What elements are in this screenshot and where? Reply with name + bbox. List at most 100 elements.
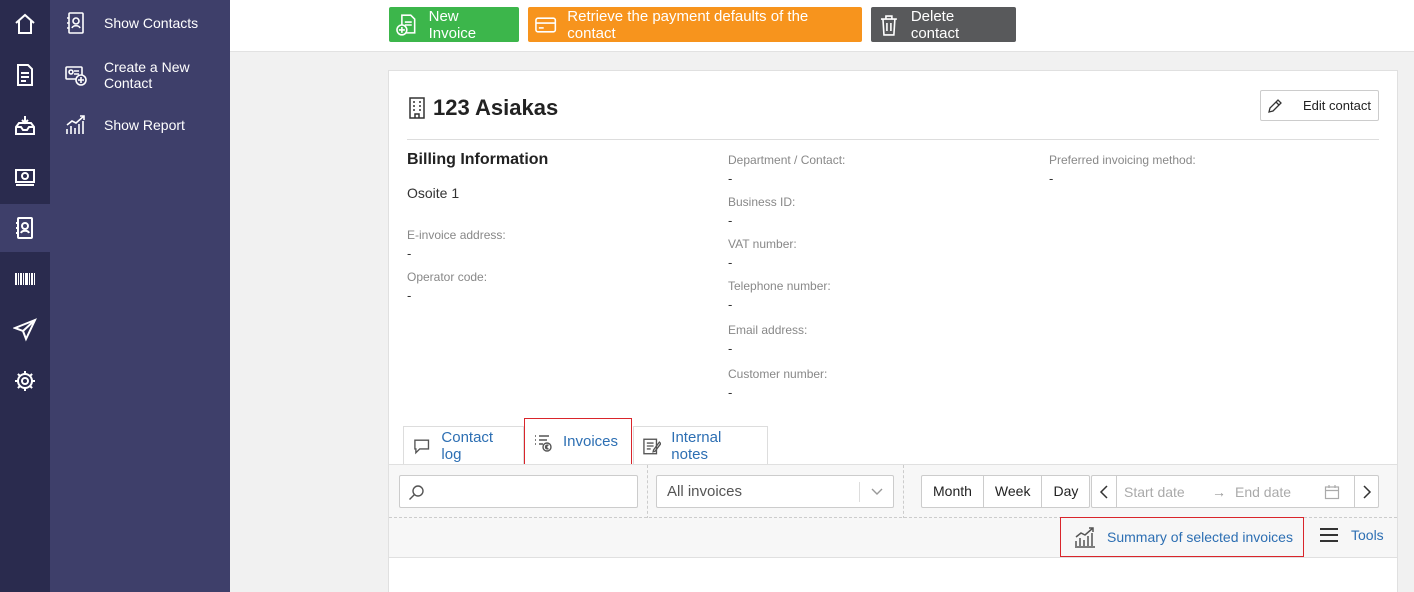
tab-invoices[interactable]: Invoices bbox=[524, 418, 632, 465]
contact-name: 123 Asiakas bbox=[433, 95, 559, 120]
new-invoice-button[interactable]: New Invoice bbox=[389, 7, 519, 42]
period-day-button[interactable]: Day bbox=[1042, 476, 1089, 507]
new-invoice-icon bbox=[396, 13, 416, 36]
department-label: Department / Contact: bbox=[728, 153, 846, 167]
rail-contacts[interactable] bbox=[0, 204, 50, 252]
tab-contact-log[interactable]: Contact log bbox=[403, 426, 524, 464]
billing-information: Billing Information Osoite 1 E-invoice a… bbox=[407, 151, 707, 311]
rail-products[interactable] bbox=[0, 255, 50, 303]
einvoice-label: E-invoice address: bbox=[407, 228, 506, 242]
preferred-method-field: Preferred invoicing method: - bbox=[1049, 153, 1196, 187]
tab-internal-notes[interactable]: Internal notes bbox=[633, 426, 768, 464]
report-chart-icon bbox=[66, 115, 85, 134]
email-label: Email address: bbox=[728, 323, 808, 337]
calendar-icon[interactable] bbox=[1324, 484, 1340, 500]
submenu-create-contact[interactable]: Create a New Contact bbox=[64, 59, 214, 91]
inbox-icon bbox=[15, 116, 35, 135]
chat-bubble-icon bbox=[414, 439, 430, 454]
submenu-label: Create a New Contact bbox=[104, 59, 190, 91]
retrieve-payment-defaults-button[interactable]: Retrieve the payment defaults of the con… bbox=[528, 7, 862, 42]
submenu-label: Show Contacts bbox=[104, 15, 199, 31]
next-period-button[interactable] bbox=[1354, 476, 1379, 507]
customer-no-label: Customer number: bbox=[728, 367, 828, 381]
filter-separator bbox=[647, 465, 648, 519]
customer-number-field: Customer number: - bbox=[728, 367, 827, 401]
tab-label: Internal notes bbox=[671, 428, 722, 463]
pencil-icon bbox=[1268, 98, 1282, 113]
contacts-icon bbox=[16, 217, 33, 239]
operator-label: Operator code: bbox=[407, 270, 488, 284]
tools-label: Tools bbox=[1351, 527, 1384, 543]
credit-card-icon bbox=[535, 16, 557, 33]
contact-header: 123 Asiakas bbox=[407, 95, 558, 121]
building-icon bbox=[409, 97, 425, 119]
submenu-show-contacts[interactable]: Show Contacts bbox=[64, 11, 198, 35]
end-date-input[interactable]: End date bbox=[1235, 484, 1291, 500]
period-month-button[interactable]: Month bbox=[922, 476, 984, 507]
top-toolbar: New Invoice Retrieve the payment default… bbox=[230, 0, 1414, 52]
method-value: - bbox=[1049, 171, 1054, 186]
submenu-show-report[interactable]: Show Report bbox=[64, 113, 185, 137]
billing-title: Billing Information bbox=[407, 151, 549, 168]
settings-icon bbox=[15, 371, 35, 391]
select-arrow bbox=[859, 482, 893, 502]
previous-period-button[interactable] bbox=[1092, 476, 1117, 507]
trash-icon bbox=[880, 14, 897, 36]
selected-filter: All invoices bbox=[667, 483, 743, 500]
start-date-input[interactable]: Start date bbox=[1124, 484, 1185, 500]
edit-contact-label: Edit contact bbox=[1303, 98, 1371, 113]
chevron-down-icon bbox=[871, 488, 883, 495]
tab-label: Contact log bbox=[441, 428, 494, 463]
phone-label: Telephone number: bbox=[728, 279, 831, 293]
menu-icon bbox=[1320, 528, 1338, 542]
rail-payments[interactable] bbox=[0, 153, 50, 201]
summary-label: Summary of selected invoices bbox=[1107, 529, 1293, 545]
period-toggle: Month Week Day bbox=[921, 475, 1091, 508]
department-field: Department / Contact: - bbox=[728, 153, 845, 187]
rail-settings[interactable] bbox=[0, 357, 50, 405]
add-contact-icon bbox=[65, 66, 87, 86]
invoice-actions-bar: Summary of selected invoices Tools bbox=[389, 517, 1397, 558]
send-icon bbox=[13, 318, 37, 342]
barcode-icon bbox=[15, 273, 35, 285]
department-value: - bbox=[728, 171, 733, 186]
tools-button[interactable]: Tools bbox=[1319, 526, 1384, 544]
invoice-status-select[interactable]: All invoices bbox=[656, 475, 894, 508]
tab-label: Invoices bbox=[563, 433, 619, 450]
einvoice-address-field: E-invoice address: - bbox=[407, 228, 506, 262]
delete-contact-button[interactable]: Delete contact bbox=[871, 7, 1016, 42]
invoice-filter-bar: All invoices Month Week Day Start date →… bbox=[389, 464, 1397, 519]
edit-contact-button[interactable]: Edit contact bbox=[1260, 90, 1379, 121]
chevron-right-icon bbox=[1363, 484, 1372, 499]
email-field: Email address: - bbox=[728, 323, 807, 357]
notes-icon bbox=[643, 438, 662, 454]
contact-card: 123 Asiakas Edit contact Billing Informa… bbox=[388, 70, 1398, 592]
invoice-list-icon bbox=[535, 434, 552, 452]
business-id-label: Business ID: bbox=[728, 195, 796, 209]
date-range-picker: Start date → End date bbox=[1091, 475, 1379, 508]
filter-separator bbox=[903, 465, 904, 519]
money-icon bbox=[15, 169, 35, 186]
submenu-label: Show Report bbox=[104, 117, 185, 133]
home-icon bbox=[15, 13, 35, 34]
invoice-search-input[interactable] bbox=[399, 475, 638, 508]
customer-no-value: - bbox=[728, 385, 733, 400]
invoice-icon bbox=[17, 64, 33, 86]
business-id-value: - bbox=[728, 213, 733, 228]
billing-address: Osoite 1 bbox=[407, 185, 460, 201]
operator-value: - bbox=[407, 288, 412, 303]
rail-send[interactable] bbox=[0, 306, 50, 354]
period-week-button[interactable]: Week bbox=[984, 476, 1043, 507]
vat-value: - bbox=[728, 255, 733, 270]
business-id-field: Business ID: - bbox=[728, 195, 795, 229]
chart-icon bbox=[1075, 527, 1095, 548]
rail-inbox[interactable] bbox=[0, 102, 50, 150]
range-arrow-icon: → bbox=[1212, 484, 1226, 500]
contact-book-icon bbox=[67, 12, 84, 34]
vat-label: VAT number: bbox=[728, 237, 797, 251]
einvoice-value: - bbox=[407, 246, 412, 261]
summary-selected-invoices-button[interactable]: Summary of selected invoices bbox=[1060, 517, 1304, 557]
rail-invoices[interactable] bbox=[0, 51, 50, 99]
rail-home[interactable] bbox=[0, 0, 50, 48]
vat-number-field: VAT number: - bbox=[728, 237, 797, 271]
